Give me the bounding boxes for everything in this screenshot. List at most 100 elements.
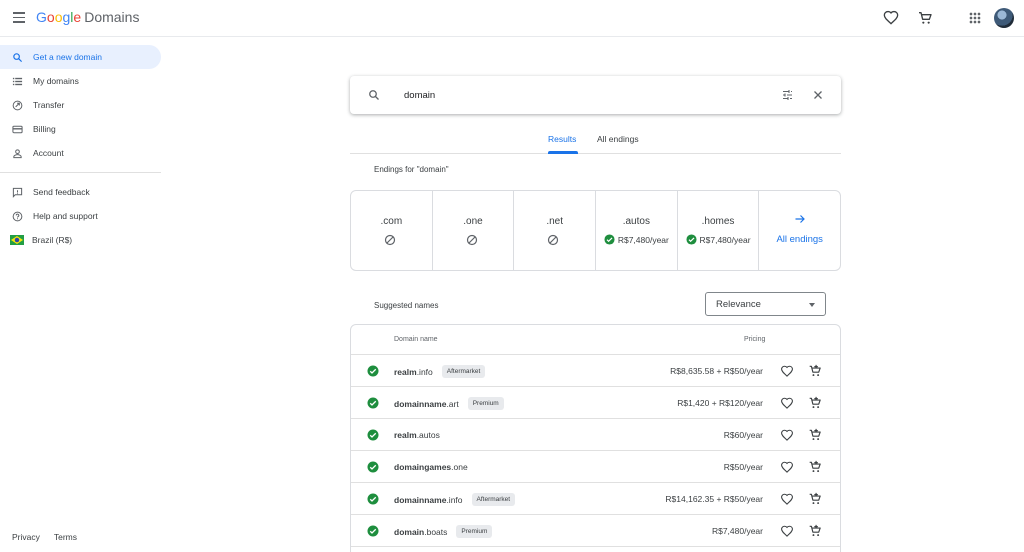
favorite-heart-icon[interactable] <box>780 365 794 378</box>
sidebar-item-label: Get a new domain <box>33 52 102 62</box>
domain-sld: domainname <box>394 398 447 409</box>
available-check-icon <box>604 234 615 245</box>
sort-select[interactable]: Relevance <box>705 292 826 316</box>
ending-tile-homes[interactable]: .homes R$7,480/year <box>678 191 760 270</box>
menu-icon[interactable] <box>10 9 28 27</box>
domain-badge: Aftermarket <box>471 493 516 506</box>
add-to-cart-icon[interactable] <box>808 460 823 474</box>
column-header-pricing: Pricing <box>744 336 766 343</box>
google-domains-logo[interactable]: Google Domains <box>36 9 139 25</box>
table-row[interactable]: realm.autos R$60/year <box>351 419 840 451</box>
domain-sld: domain <box>394 526 425 537</box>
sidebar-item-label: Transfer <box>33 100 65 110</box>
favorite-heart-icon[interactable] <box>780 461 794 474</box>
domain-sld: domainname <box>394 494 447 505</box>
sidebar-item-label: My domains <box>33 76 79 86</box>
privacy-link[interactable]: Privacy <box>12 532 40 542</box>
sidebar-item-label: Send feedback <box>33 187 90 197</box>
domain-badge: Premium <box>456 525 493 538</box>
search-icon <box>11 51 23 63</box>
table-row[interactable]: domain.boats Premium R$7,480/year <box>351 515 840 547</box>
add-to-cart-icon[interactable] <box>808 524 823 538</box>
domain-name[interactable]: domainname.art Premium <box>394 397 504 411</box>
ending-tld: .com <box>380 216 403 227</box>
favorite-heart-icon[interactable] <box>780 397 794 410</box>
endings-title: Endings for "domain" <box>374 165 449 174</box>
ending-price: R$7,480/year <box>699 234 751 245</box>
account-avatar[interactable] <box>994 8 1014 28</box>
domain-name[interactable]: realm.autos <box>394 430 440 440</box>
domain-name[interactable]: domaingames.one <box>394 462 468 472</box>
sidebar-item-help[interactable]: Help and support <box>0 204 161 228</box>
domain-name[interactable]: realm.info Aftermarket <box>394 365 486 379</box>
ending-tile-one[interactable]: .one <box>433 191 515 270</box>
apps-grid-icon[interactable] <box>967 10 983 26</box>
unavailable-icon <box>384 234 395 246</box>
suggested-title: Suggested names <box>374 301 439 310</box>
table-row[interactable]: domaingames.one R$50/year <box>351 451 840 483</box>
domain-price: R$1,420 + R$120/year <box>677 398 763 408</box>
sidebar-item-label: Billing <box>33 124 56 134</box>
sidebar-item-billing[interactable]: Billing <box>0 117 161 141</box>
arrow-right-icon <box>795 215 805 223</box>
transfer-icon <box>11 99 23 111</box>
suggestions-table: Domain name Pricing realm.info Aftermarke… <box>350 324 841 552</box>
available-check-icon <box>367 461 379 473</box>
domain-tld: .autos <box>416 430 440 440</box>
active-tab-indicator <box>548 151 578 154</box>
brazil-flag-icon <box>10 234 24 246</box>
domain-badge: Aftermarket <box>441 365 486 378</box>
add-to-cart-icon[interactable] <box>808 492 823 506</box>
dropdown-arrow-icon <box>809 303 815 307</box>
sidebar-item-send-feedback[interactable]: Send feedback <box>0 180 161 204</box>
terms-link[interactable]: Terms <box>54 532 77 542</box>
favorites-heart-icon[interactable] <box>883 10 899 26</box>
sidebar-footer: Privacy Terms <box>12 532 91 542</box>
table-row[interactable]: domainname.info Aftermarket R$14,162.35 + … <box>351 483 840 515</box>
table-row[interactable]: realm.info Aftermarket R$8,635.58 + R$50/y… <box>351 355 840 387</box>
endings-card: .com .one .net .autos R$7,480/year .home… <box>350 190 841 271</box>
sidebar-item-account[interactable]: Account <box>0 141 161 165</box>
unavailable-icon <box>548 234 559 246</box>
all-endings-link[interactable]: All endings <box>759 191 840 270</box>
domain-name[interactable]: domainname.info Aftermarket <box>394 493 516 507</box>
list-icon <box>11 75 23 87</box>
tab-all-endings[interactable]: All endings <box>597 134 639 144</box>
unavailable-icon <box>466 234 477 246</box>
available-check-icon <box>367 397 379 409</box>
sidebar-item-country[interactable]: Brazil (R$) <box>0 228 161 252</box>
sort-select-value: Relevance <box>716 299 761 310</box>
cart-icon[interactable] <box>917 10 933 26</box>
domain-search-box <box>350 76 841 114</box>
close-icon[interactable] <box>812 89 824 101</box>
domain-badge: Premium <box>467 397 504 410</box>
domain-name[interactable]: domain.boats Premium <box>394 525 493 539</box>
table-row[interactable]: domainname.art Premium R$1,420 + R$120/yea… <box>351 387 840 419</box>
add-to-cart-icon[interactable] <box>808 396 823 410</box>
ending-tile-net[interactable]: .net <box>514 191 597 270</box>
tab-results[interactable]: Results <box>548 134 576 144</box>
sidebar-item-label: Help and support <box>33 211 98 221</box>
favorite-heart-icon[interactable] <box>780 429 794 442</box>
results-tabs: Results All endings <box>350 127 841 154</box>
ending-tile-com[interactable]: .com <box>351 191 433 270</box>
ending-tld: .net <box>546 216 564 227</box>
favorite-heart-icon[interactable] <box>780 525 794 538</box>
credit-card-icon <box>11 123 23 135</box>
available-check-icon <box>367 493 379 505</box>
all-endings-label: All endings <box>776 234 823 245</box>
sidebar-item-transfer[interactable]: Transfer <box>0 93 161 117</box>
add-to-cart-icon[interactable] <box>808 364 823 378</box>
ending-tld: .autos <box>622 216 650 227</box>
tune-filter-icon[interactable] <box>781 89 794 101</box>
sidebar-item-label: Account <box>33 148 64 158</box>
ending-tile-autos[interactable]: .autos R$7,480/year <box>596 191 678 270</box>
domain-sld: realm <box>394 366 417 377</box>
add-to-cart-icon[interactable] <box>808 428 823 442</box>
sidebar-item-my-domains[interactable]: My domains <box>0 69 161 93</box>
search-input[interactable] <box>404 87 704 103</box>
favorite-heart-icon[interactable] <box>780 493 794 506</box>
top-app-bar: Google Domains <box>0 0 1024 37</box>
domain-sld: realm <box>394 430 417 440</box>
sidebar-item-get-new-domain[interactable]: Get a new domain <box>0 45 161 69</box>
